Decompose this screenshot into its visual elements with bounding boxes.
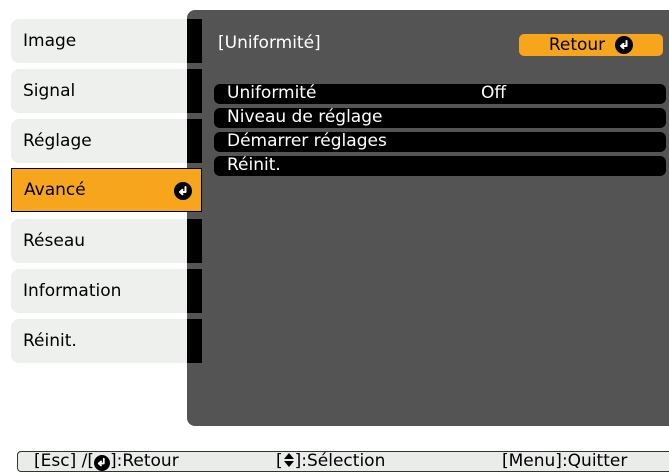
select-hint: []:Sélection bbox=[276, 451, 386, 471]
menu-item-uniformite[interactable]: Uniformité Off bbox=[214, 83, 666, 104]
up-down-arrow-icon bbox=[283, 453, 294, 467]
menu-item-reinit[interactable]: Réinit. bbox=[214, 155, 666, 176]
enter-icon bbox=[93, 454, 110, 471]
menu-panel bbox=[187, 10, 669, 426]
back-hint: [Esc] /[]:Retour bbox=[34, 451, 179, 471]
sidebar-item-label: Avancé bbox=[24, 180, 86, 200]
menu-item-value: Off bbox=[481, 83, 507, 103]
sidebar-item-label: Réglage bbox=[23, 131, 92, 151]
menu-item-label: Niveau de réglage bbox=[227, 107, 383, 127]
sidebar-item-label: Signal bbox=[23, 81, 76, 101]
enter-icon bbox=[615, 36, 634, 54]
menu-item-label: Réinit. bbox=[227, 155, 281, 175]
sidebar-item-information[interactable]: Information bbox=[11, 269, 202, 313]
retour-button-label: Retour bbox=[548, 35, 606, 55]
menu-item-niveau-de-reglage[interactable]: Niveau de réglage bbox=[214, 107, 666, 128]
sidebar-item-reglage[interactable]: Réglage bbox=[11, 119, 202, 163]
sidebar-item-reseau[interactable]: Réseau bbox=[11, 219, 202, 263]
menu-item-label: Uniformité bbox=[227, 83, 317, 103]
sidebar-item-label: Réseau bbox=[23, 231, 86, 251]
menu-item-label: Démarrer réglages bbox=[227, 131, 387, 151]
quit-hint: [Menu]:Quitter bbox=[502, 451, 628, 471]
sidebar-item-image[interactable]: Image bbox=[11, 19, 202, 63]
sidebar-item-reinit[interactable]: Réinit. bbox=[11, 319, 202, 363]
retour-button[interactable]: Retour bbox=[519, 34, 663, 56]
help-bar: [Esc] /[]:Retour []:Sélection [Menu]:Qui… bbox=[17, 451, 669, 472]
sidebar-item-label: Information bbox=[23, 281, 122, 301]
page-title: [Uniformité] bbox=[218, 33, 321, 53]
sidebar-item-label: Image bbox=[23, 31, 77, 51]
sidebar-item-label: Réinit. bbox=[23, 331, 77, 351]
menu-item-demarrer-reglages[interactable]: Démarrer réglages bbox=[214, 131, 666, 152]
sidebar-item-avance[interactable]: Avancé bbox=[11, 168, 202, 212]
sidebar-item-signal[interactable]: Signal bbox=[11, 69, 202, 113]
enter-icon bbox=[174, 182, 192, 200]
